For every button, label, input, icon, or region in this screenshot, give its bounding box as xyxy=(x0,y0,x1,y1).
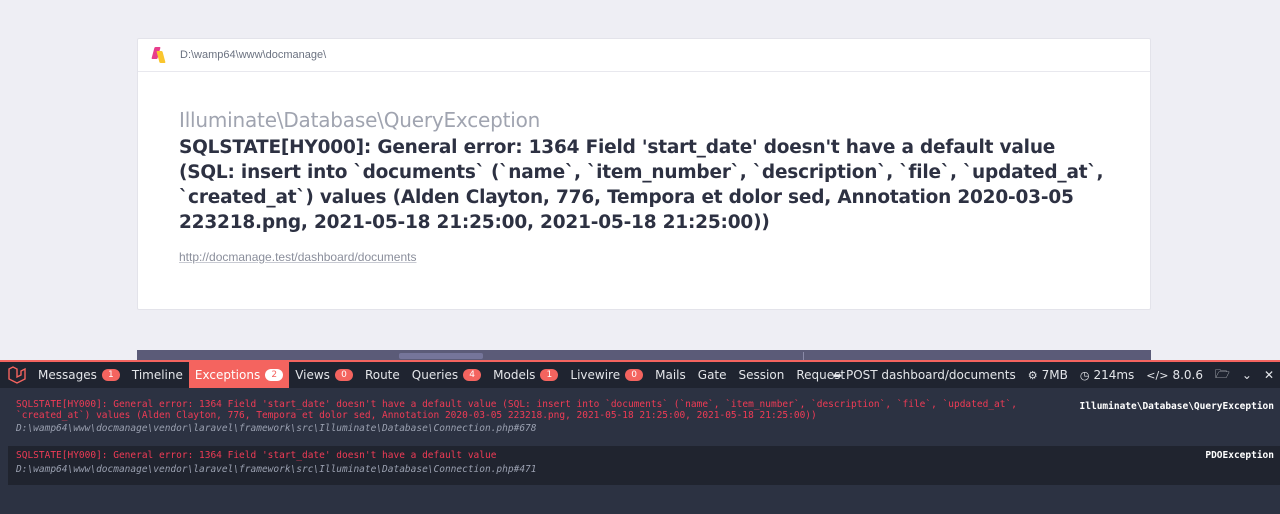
tab-queries[interactable]: Queries 4 xyxy=(406,362,487,388)
cogs-icon: ⚙ xyxy=(1027,368,1038,382)
exception-row-class: Illuminate\Database\QueryException xyxy=(1079,401,1274,412)
tab-label: Gate xyxy=(697,368,727,382)
laravel-logo-icon[interactable] xyxy=(2,362,32,388)
exception-class: Illuminate\Database\QueryException xyxy=(179,108,541,132)
card-header: D:\wamp64\www\docmanage\ xyxy=(138,39,1150,72)
minimize-button[interactable]: ⌄ xyxy=(1236,368,1258,382)
time-label: 214ms xyxy=(1093,368,1135,382)
tab-badge: 4 xyxy=(463,369,482,381)
tab-label: Messages xyxy=(38,368,97,382)
tab-messages[interactable]: Messages 1 xyxy=(32,362,126,388)
tab-label: Livewire xyxy=(570,368,621,382)
strip-divider xyxy=(803,352,804,360)
tab-session[interactable]: Session xyxy=(733,362,791,388)
error-card: D:\wamp64\www\docmanage\ Illuminate\Data… xyxy=(137,38,1151,310)
php-version-label: 8.0.6 xyxy=(1172,368,1203,382)
request-url-link[interactable]: http://docmanage.test/dashboard/document… xyxy=(179,250,1109,264)
tab-label: Exceptions xyxy=(194,368,261,382)
close-button[interactable]: ✕ xyxy=(1258,368,1280,382)
list-item[interactable]: SQLSTATE[HY000]: General error: 1364 Fie… xyxy=(8,446,1280,485)
tab-models[interactable]: Models 1 xyxy=(487,362,564,388)
exception-row-message: SQLSTATE[HY000]: General error: 1364 Fie… xyxy=(16,450,497,461)
tab-badge: 1 xyxy=(101,369,120,381)
debugbar: Messages 1 Timeline Exceptions 2 Views 0 Ro… xyxy=(0,360,1280,514)
tab-badge: 0 xyxy=(334,369,353,381)
tab-views[interactable]: Views 0 xyxy=(289,362,359,388)
tab-badge: 2 xyxy=(265,369,284,381)
tab-livewire[interactable]: Livewire 0 xyxy=(564,362,649,388)
tab-mails[interactable]: Mails xyxy=(649,362,692,388)
open-folder-button[interactable]: 🗁 xyxy=(1209,365,1236,386)
tab-label: Timeline xyxy=(131,368,183,382)
exception-row-message: SQLSTATE[HY000]: General error: 1364 Fie… xyxy=(16,399,1017,421)
folder-open-icon: 🗁 xyxy=(1214,366,1230,381)
clock-icon: ◷ xyxy=(1079,368,1090,382)
memory-label: 7MB xyxy=(1041,368,1068,382)
exception-row-file[interactable]: D:\wamp64\www\docmanage\vendor\laravel\f… xyxy=(16,423,1280,434)
tab-route[interactable]: Route xyxy=(359,362,406,388)
request-indicator[interactable]: ➦ POST dashboard/documents xyxy=(827,368,1022,382)
code-icon: </> xyxy=(1146,368,1169,382)
tab-timeline[interactable]: Timeline xyxy=(126,362,189,388)
request-label: POST dashboard/documents xyxy=(845,368,1016,382)
close-icon: ✕ xyxy=(1263,368,1274,382)
tab-label: Views xyxy=(295,368,330,382)
share-arrow-icon: ➦ xyxy=(832,368,842,382)
exception-message: SQLSTATE[HY000]: General error: 1364 Fie… xyxy=(179,137,1104,233)
php-version-indicator: </> 8.0.6 xyxy=(1140,368,1209,382)
scroll-thumb[interactable] xyxy=(399,353,483,359)
tab-label: Route xyxy=(364,368,400,382)
tab-label: Models xyxy=(493,368,536,382)
tab-label: Queries xyxy=(411,368,459,382)
tab-label: Session xyxy=(738,368,785,382)
tab-label: Mails xyxy=(655,368,686,382)
memory-indicator: ⚙ 7MB xyxy=(1022,368,1074,382)
exception-row-class: PDOException xyxy=(1205,450,1274,461)
ignition-logo-icon xyxy=(151,46,166,64)
tab-exceptions[interactable]: Exceptions 2 xyxy=(188,362,290,388)
tab-badge: 0 xyxy=(625,369,644,381)
time-indicator[interactable]: ◷ 214ms xyxy=(1074,368,1140,382)
debugbar-header: Messages 1 Timeline Exceptions 2 Views 0 Ro… xyxy=(0,360,1280,388)
tab-gate[interactable]: Gate xyxy=(692,362,733,388)
project-path: D:\wamp64\www\docmanage\ xyxy=(180,49,327,61)
exception-row-file[interactable]: D:\wamp64\www\docmanage\vendor\laravel\f… xyxy=(16,464,1280,475)
tab-badge: 1 xyxy=(540,369,559,381)
chevron-down-icon: ⌄ xyxy=(1241,368,1252,382)
